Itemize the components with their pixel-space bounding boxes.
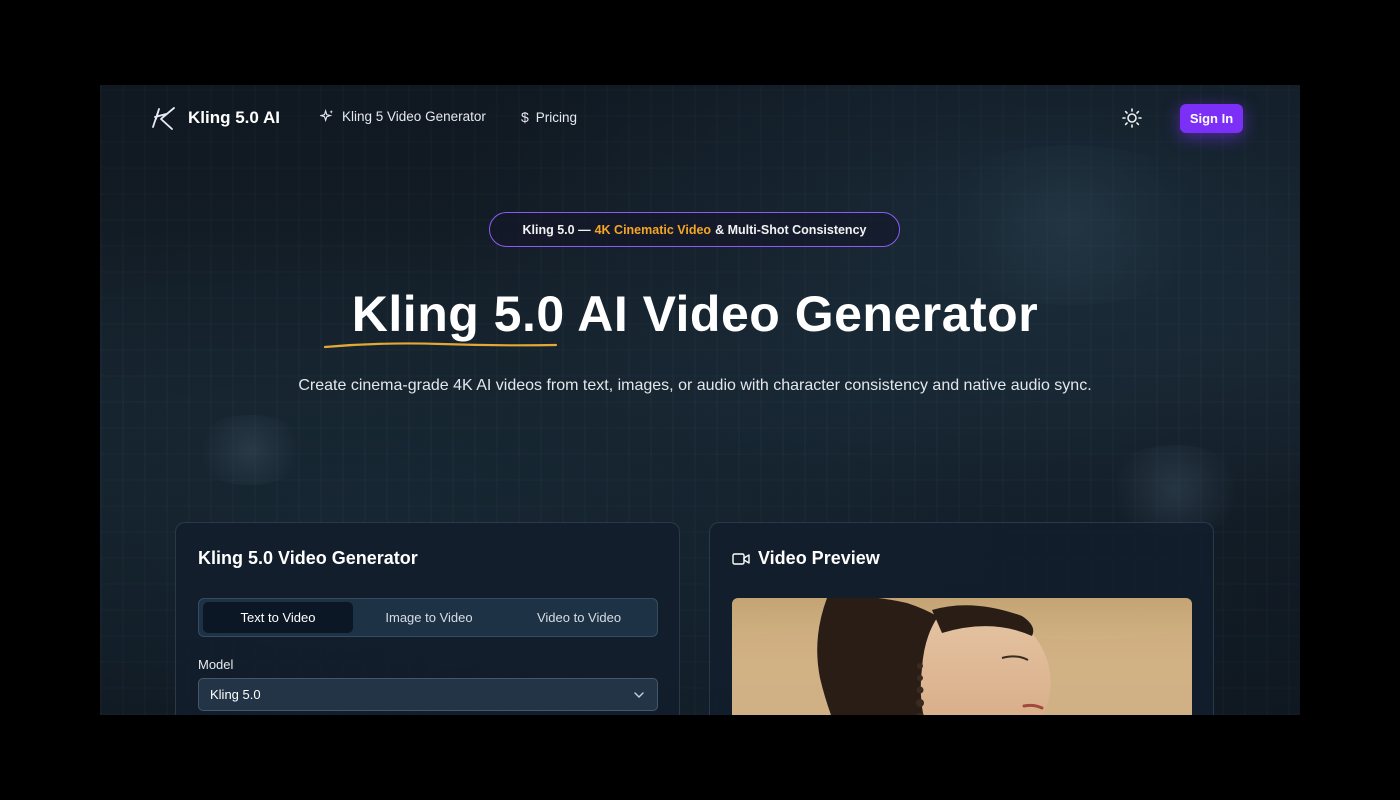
hero-subtitle: Create cinema-grade 4K AI videos from te… [298,377,1092,394]
tab-text-to-video[interactable]: Text to Video [203,602,353,633]
tab-image-to-video[interactable]: Image to Video [354,602,504,633]
nav-link-label: Pricing [535,109,578,125]
preview-video-thumbnail[interactable] [732,598,1192,715]
badge-highlight: 4K Cinematic Video [594,222,712,237]
preview-header: Video Preview [732,548,880,569]
preview-illustration [732,598,1192,715]
brand-name: Kling 5.0 AI [188,108,280,127]
landing-page: Kling 5.0 AI Kling 5 Video Generator $ P… [100,85,1300,715]
sparkles-icon [320,109,334,123]
model-select-value: Kling 5.0 [210,687,261,702]
title-underline [323,342,558,349]
generator-title: Kling 5.0 Video Generator [198,548,418,568]
model-select[interactable]: Kling 5.0 [198,678,658,711]
tab-video-to-video[interactable]: Video to Video [504,602,654,633]
sign-in-button[interactable]: Sign In [1180,104,1243,133]
nav-link-pricing[interactable]: $ Pricing [521,109,577,125]
preview-title: Video Preview [758,548,880,568]
badge-prefix: Kling 5.0 — [522,222,591,237]
mode-tabs: Text to Video Image to Video Video to Vi… [198,598,658,637]
dollar-icon: $ [521,109,529,125]
nav-link-label: Kling 5 Video Generator [342,109,486,124]
logo[interactable]: Kling 5.0 AI [150,105,280,131]
chevron-down-icon [634,692,644,698]
kling-logo-icon [152,107,175,130]
preview-card: Video Preview [709,522,1214,715]
nav-link-video-generator[interactable]: Kling 5 Video Generator [320,109,486,124]
sun-icon[interactable] [1121,107,1143,129]
top-navbar: Kling 5.0 AI Kling 5 Video Generator $ P… [100,85,1300,151]
model-label: Model [198,657,234,672]
hero-title: Kling 5.0 AI Video Generator [351,286,1039,342]
badge-suffix: & Multi-Shot Consistency [715,222,867,237]
generator-card: Kling 5.0 Video Generator Text to Video … [175,522,680,715]
announcement-badge[interactable]: Kling 5.0 — 4K Cinematic Video & Multi-S… [489,212,900,247]
video-camera-icon [732,552,750,565]
